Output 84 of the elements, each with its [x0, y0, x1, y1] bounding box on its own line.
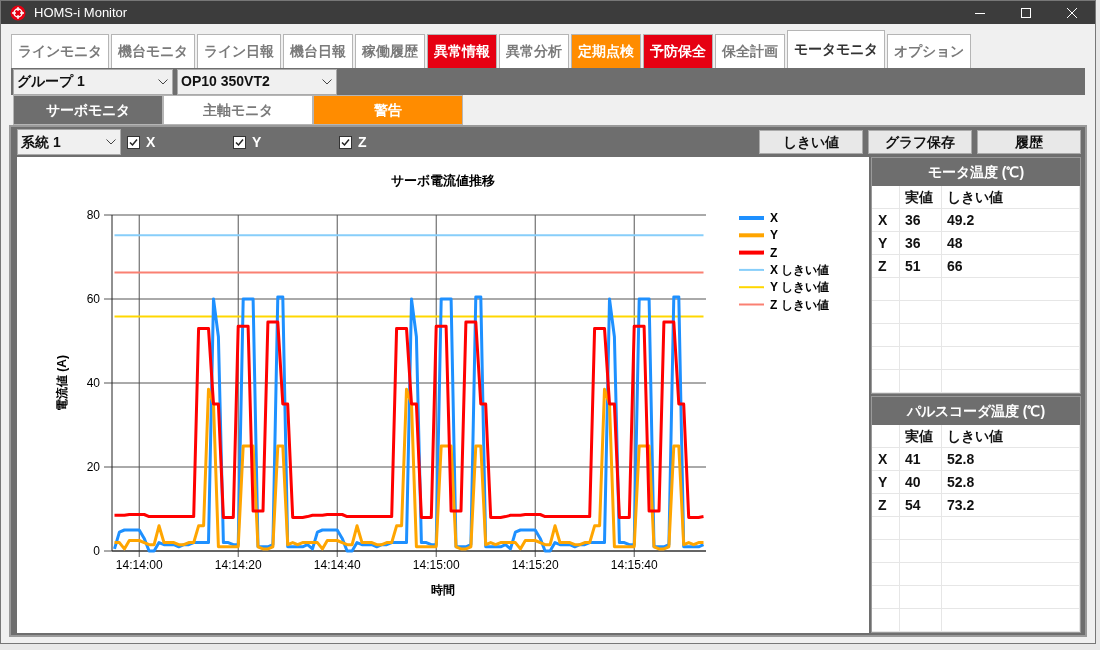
legend-label: X しきい値: [770, 262, 830, 277]
tab[interactable]: ライン日報: [197, 34, 281, 69]
x-axis-title: 時間: [431, 583, 455, 597]
table-cell-text: 48: [947, 233, 963, 253]
table-title: パルスコーダ温度 (℃): [872, 397, 1080, 425]
maximize-icon: [1021, 7, 1031, 18]
dropdown[interactable]: 系統 1: [17, 129, 121, 155]
table-cell-text: 73.2: [947, 495, 975, 515]
legend-swatch: [738, 303, 765, 306]
checkbox[interactable]: [127, 135, 140, 149]
tab[interactable]: ラインモニタ: [11, 34, 109, 69]
legend-swatch: [739, 233, 764, 238]
legend-label: Y: [770, 228, 778, 243]
legend-swatch: [738, 268, 765, 271]
table-cell-text: 52.8: [947, 472, 975, 492]
dropdown[interactable]: OP10 350VT2: [177, 68, 337, 95]
table-cell-text: 36: [905, 210, 921, 230]
dropdown[interactable]: グループ 1: [13, 68, 173, 95]
y-axis-title: 電流値 (A): [55, 355, 69, 411]
table-cell-text: 49.2: [947, 210, 975, 230]
chevron-down-icon: [106, 139, 116, 145]
app-logo-icon: [10, 4, 26, 21]
checkbox-label: X: [146, 132, 156, 152]
tab[interactable]: 機台モニタ: [111, 34, 195, 69]
tab[interactable]: オプション: [887, 34, 971, 69]
checkbox-label: Z: [358, 132, 367, 152]
chart-title: サーボ電流値推移: [391, 173, 495, 188]
legend-swatch: [739, 250, 764, 255]
column-header: しきい値: [947, 426, 1003, 446]
axis-tick-label: 60: [86, 292, 100, 306]
table-cell-text: 51: [905, 256, 921, 276]
tab[interactable]: 定期点検: [571, 34, 641, 69]
table-cell-text: Z: [878, 495, 887, 515]
axis-tick-label: 14:14:40: [313, 558, 361, 572]
checkbox[interactable]: [339, 135, 352, 149]
legend-label: Z: [770, 245, 778, 260]
axis-tick-label: 14:15:00: [412, 558, 460, 572]
legend-label: Y しきい値: [770, 280, 830, 295]
axis-tick-label: 14:14:20: [214, 558, 262, 572]
legend-label: X: [770, 211, 778, 225]
table-cell-text: 36: [905, 233, 921, 253]
window-title: HOMS-i Monitor: [34, 3, 128, 22]
table-cell-text: Y: [878, 233, 888, 253]
tab[interactable]: 異常情報: [427, 34, 497, 69]
axis-tick-label: 20: [86, 460, 100, 474]
axis-tick-label: 14:15:20: [511, 558, 559, 572]
legend-label: Z しきい値: [770, 297, 829, 312]
tab[interactable]: 機台日報: [283, 34, 353, 69]
table-cell-text: 52.8: [947, 449, 975, 469]
sub-tab[interactable]: 警告: [313, 95, 463, 125]
column-header: しきい値: [947, 187, 1003, 207]
tab[interactable]: 保全計画: [715, 34, 785, 69]
legend-swatch: [739, 216, 764, 220]
legend-swatch: [738, 286, 765, 289]
chevron-down-icon: [158, 78, 168, 85]
close-icon: [1067, 7, 1077, 18]
table-cell-text: Y: [878, 472, 888, 492]
chevron-down-icon: [322, 78, 332, 85]
axis-tick-label: 0: [93, 544, 100, 558]
table-title: モータ温度 (℃): [872, 158, 1080, 186]
table-cell-text: X: [878, 210, 888, 230]
column-header: 実値: [905, 187, 933, 207]
table-cell-text: Z: [878, 256, 887, 276]
axis-tick-label: 40: [86, 376, 100, 390]
checkbox[interactable]: [233, 135, 246, 149]
axis-tick-label: 80: [86, 208, 100, 222]
tab[interactable]: 稼働履歴: [355, 34, 425, 69]
sub-tab[interactable]: サーボモニタ: [13, 95, 163, 125]
axis-tick-label: 14:15:40: [610, 558, 658, 572]
table-cell-text: 54: [905, 495, 921, 515]
toolbar-button[interactable]: しきい値: [759, 130, 863, 154]
tab[interactable]: 異常分析: [499, 34, 569, 69]
column-header: 実値: [905, 426, 933, 446]
checkbox-label: Y: [252, 132, 262, 152]
table-cell-text: 40: [905, 472, 921, 492]
axis-tick-label: 14:14:00: [115, 558, 163, 572]
sub-tab[interactable]: 主軸モニタ: [163, 95, 313, 125]
toolbar-button[interactable]: グラフ保存: [868, 130, 972, 154]
toolbar-button[interactable]: 履歴: [977, 130, 1081, 154]
table-cell-text: X: [878, 449, 888, 469]
tab[interactable]: モータモニタ: [787, 30, 885, 69]
tab[interactable]: 予防保全: [643, 34, 713, 69]
table-cell-text: 66: [947, 256, 963, 276]
table-cell-text: 41: [905, 449, 921, 469]
